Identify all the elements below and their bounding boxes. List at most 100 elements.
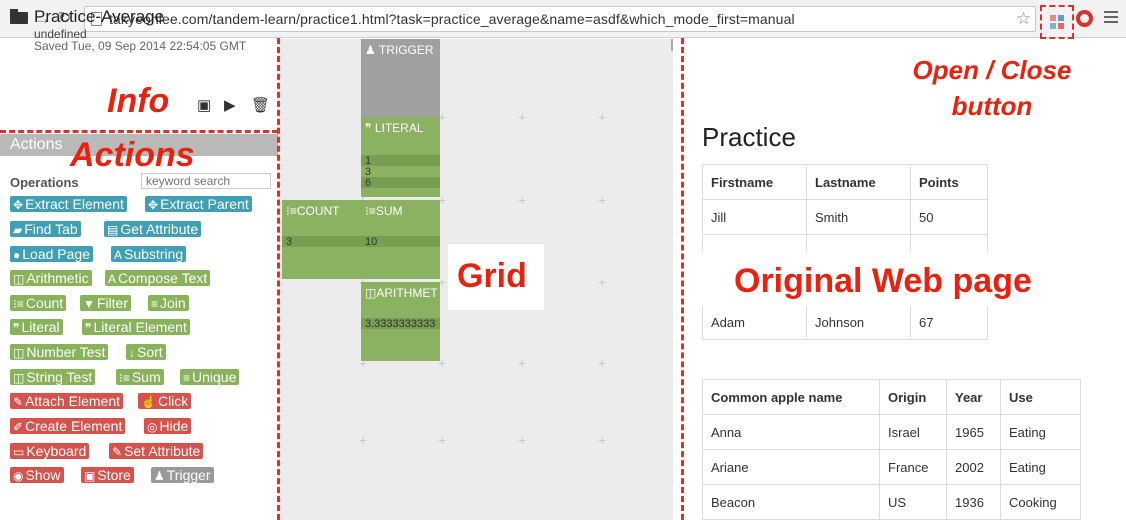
- list-icon: ⁝≡: [365, 204, 376, 218]
- column-header: Points: [910, 164, 988, 200]
- annotation-original-web-page: Original Web page: [734, 262, 1032, 300]
- operation-keyboard-button[interactable]: ▭ Keyboard: [10, 443, 90, 459]
- operation-icon: ●: [13, 248, 21, 262]
- sum-cell[interactable]: ⁝≡SUM 10: [361, 200, 440, 279]
- operation-trigger-button[interactable]: ♟ Trigger: [151, 467, 214, 483]
- table-cell: Beacon: [702, 484, 880, 520]
- operation-find-tab-button[interactable]: ▰ Find Tab: [10, 221, 81, 237]
- record-icon[interactable]: [1076, 10, 1093, 27]
- annotation-grid-box: Grid: [448, 244, 544, 310]
- sum-value: 10: [365, 236, 378, 248]
- grid-plus-marker: +: [598, 109, 607, 125]
- operation-icon: ❞: [13, 321, 20, 335]
- open-close-extension-button[interactable]: [1040, 5, 1074, 39]
- operation-create-element-button[interactable]: ✐ Create Element: [10, 418, 126, 434]
- grid-plus-marker: +: [518, 109, 527, 125]
- table-cell: Adam: [702, 304, 807, 340]
- operation-number-test-button[interactable]: ◫ Number Test: [10, 344, 109, 360]
- operation-filter-button[interactable]: ▼ Filter: [80, 295, 132, 311]
- operation-label: Trigger: [166, 467, 211, 483]
- operation-get-attribute-button[interactable]: ▤ Get Attribute: [104, 221, 202, 237]
- actions-header-label: Actions: [10, 136, 63, 153]
- url-text[interactable]: takyeonlee.com/tandem-learn/practice1.ht…: [109, 11, 795, 27]
- arithmetic-value: 3.3333333333: [365, 318, 436, 330]
- column-header: Common apple name: [702, 379, 880, 415]
- operation-extract-parent-button[interactable]: ✥ Extract Parent: [145, 196, 252, 212]
- table-row: Jill Smith 50: [702, 199, 988, 235]
- address-bar[interactable]: takyeonlee.com/tandem-learn/practice1.ht…: [84, 6, 1036, 32]
- table-cell: 1936: [946, 484, 1001, 520]
- grid-plus-marker: +: [518, 192, 527, 208]
- grid-scrollbar[interactable]: [671, 39, 673, 51]
- count-label: COUNT: [296, 204, 340, 218]
- operation-icon: ↓: [129, 346, 135, 360]
- table-row: Anna Israel 1965 Eating: [702, 414, 1081, 450]
- star-icon[interactable]: ☆: [1016, 9, 1031, 29]
- grid-plus-marker: +: [518, 432, 527, 448]
- operation-label: Compose Text: [118, 270, 208, 286]
- operation-label: Keyboard: [26, 443, 87, 459]
- arithmetic-cell[interactable]: ◫ARITHMET 3.3333333333: [361, 282, 440, 361]
- table-row: Beacon US 1936 Cooking: [702, 484, 1081, 520]
- table-cell: Eating: [1000, 414, 1081, 450]
- trash-icon[interactable]: 🗑: [251, 96, 270, 114]
- operation-icon: A: [114, 248, 123, 262]
- operation-hide-button[interactable]: ◎ Hide: [144, 418, 192, 434]
- operation-arithmetic-button[interactable]: ◫ Arithmetic: [10, 270, 92, 286]
- operation-count-button[interactable]: ⁝≡ Count: [10, 295, 67, 311]
- operation-show-button[interactable]: ◉ Show: [10, 467, 64, 483]
- operation-icon: ♟: [154, 469, 165, 483]
- operation-icon: ▣: [84, 469, 96, 483]
- columns-icon: ◫: [365, 286, 377, 300]
- literal-label: LITERAL: [374, 121, 424, 135]
- menu-icon[interactable]: [1104, 11, 1118, 26]
- operation-attach-element-button[interactable]: ✎ Attach Element: [10, 393, 123, 409]
- table-row: Adam Johnson 67: [702, 304, 988, 340]
- info-divider: [0, 130, 278, 133]
- trigger-cell[interactable]: ♟ TRIGGER: [361, 39, 440, 117]
- table-cell: 67: [910, 304, 988, 340]
- operation-compose-text-button[interactable]: A Compose Text: [105, 270, 211, 286]
- operation-icon: ▼: [83, 297, 95, 311]
- operation-label: Literal: [21, 319, 60, 335]
- operation-label: Filter: [96, 295, 129, 311]
- operation-substring-button[interactable]: A Substring: [111, 246, 187, 262]
- table-cell: France: [879, 449, 947, 485]
- operation-literal-button[interactable]: ❞ Literal: [10, 319, 63, 335]
- operation-join-button[interactable]: ≡ Join: [148, 295, 189, 311]
- operation-click-button[interactable]: ☝ Click: [138, 393, 192, 409]
- operation-set-attribute-button[interactable]: ✎ Set Attribute: [109, 443, 204, 459]
- operation-icon: A: [108, 272, 117, 286]
- operation-store-button[interactable]: ▣ Store: [81, 467, 134, 483]
- literal-value: 6: [365, 177, 372, 189]
- grid-plus-marker: +: [359, 432, 368, 448]
- operation-string-test-button[interactable]: ◫ String Test: [10, 369, 96, 385]
- annotation-open-close: Open / Close button: [907, 52, 1077, 124]
- operation-load-page-button[interactable]: ● Load Page: [10, 246, 93, 262]
- browser-toolbar: ← → ↻ takyeonlee.com/tandem-learn/practi…: [0, 0, 1126, 39]
- operation-label: Unique: [192, 369, 237, 385]
- operation-literal-element-button[interactable]: ❞ Literal Element: [82, 319, 190, 335]
- operation-label: Number Test: [26, 344, 106, 360]
- column-header: Use: [1000, 379, 1081, 415]
- table-cell: Eating: [1000, 449, 1081, 485]
- save-icon[interactable]: ▣: [197, 96, 211, 114]
- operation-sort-button[interactable]: ↓ Sort: [126, 344, 166, 360]
- play-icon[interactable]: ▶: [224, 96, 236, 114]
- operation-sum-button[interactable]: ⁝≡ Sum: [116, 369, 164, 385]
- operation-icon: ◫: [13, 346, 25, 360]
- operation-label: Join: [160, 295, 186, 311]
- grid-plus-marker: +: [438, 432, 447, 448]
- table-cell: 50: [910, 199, 988, 235]
- operation-icon: ◫: [13, 371, 25, 385]
- operation-unique-button[interactable]: ≡ Unique: [180, 369, 240, 385]
- keyword-search-input[interactable]: [141, 173, 271, 189]
- operation-label: Arithmetic: [26, 270, 89, 286]
- count-cell[interactable]: ⁝≡COUNT 3: [282, 200, 361, 279]
- operation-extract-element-button[interactable]: ✥ Extract Element: [10, 196, 127, 212]
- literal-cell[interactable]: ❞ LITERAL 1 3 6: [361, 117, 440, 197]
- table-cell: Johnson: [806, 304, 911, 340]
- table-cell: Smith: [806, 199, 911, 235]
- count-value: 3: [286, 236, 293, 248]
- operation-icon: ✥: [13, 198, 24, 212]
